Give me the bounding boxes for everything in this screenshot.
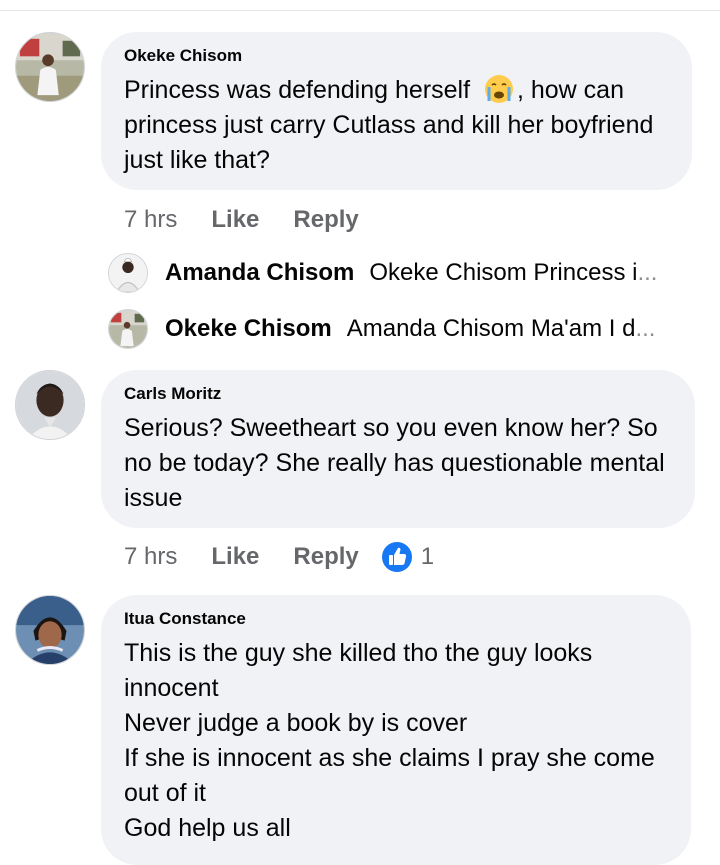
avatar-image bbox=[16, 33, 84, 101]
top-divider bbox=[0, 10, 720, 11]
reply-button[interactable]: Reply bbox=[293, 543, 358, 571]
comment-actions: 7 hrs Like Reply bbox=[124, 205, 359, 235]
reply-preview-text: Okeke Chisom Princess i bbox=[369, 259, 638, 286]
comment-text: Princess was defending herself , how can… bbox=[124, 73, 670, 178]
reply-preview: Amanda Chisom Ma'am I d... bbox=[347, 315, 656, 343]
like-button[interactable]: Like bbox=[211, 206, 259, 234]
avatar-amanda-chisom[interactable] bbox=[108, 253, 148, 293]
reply-preview: Okeke Chisom Princess i... bbox=[369, 259, 657, 287]
comment-text-part: Princess was defending herself bbox=[124, 76, 477, 104]
comment-author[interactable]: Okeke Chisom bbox=[124, 46, 670, 66]
reply-item[interactable]: Amanda Chisom Okeke Chisom Princess i... bbox=[108, 252, 657, 294]
comment-bubble[interactable]: Okeke Chisom Princess was defending hers… bbox=[101, 32, 692, 190]
avatar-itua-constance[interactable] bbox=[15, 595, 85, 665]
avatar-carls-moritz[interactable] bbox=[15, 370, 85, 440]
avatar-okeke-chisom[interactable] bbox=[108, 309, 148, 349]
crying-face-emoji-icon bbox=[484, 75, 513, 103]
comment-time[interactable]: 7 hrs bbox=[124, 543, 177, 571]
reaction-count[interactable]: 1 bbox=[421, 543, 434, 571]
avatar-image bbox=[16, 371, 84, 439]
comment-author[interactable]: Itua Constance bbox=[124, 609, 669, 629]
reply-ellipsis: ... bbox=[637, 259, 658, 286]
reply-item[interactable]: Okeke Chisom Amanda Chisom Ma'am I d... bbox=[108, 308, 655, 350]
comment-author[interactable]: Carls Moritz bbox=[124, 384, 673, 404]
avatar-image bbox=[109, 310, 147, 348]
comment-text: Serious? Sweetheart so you even know her… bbox=[124, 414, 665, 512]
reply-preview-text: Amanda Chisom Ma'am I d bbox=[346, 315, 636, 342]
comment-actions: 7 hrs Like Reply 1 bbox=[124, 541, 434, 573]
comment-bubble[interactable]: Itua Constance This is the guy she kille… bbox=[101, 595, 691, 865]
avatar-okeke-chisom[interactable] bbox=[15, 32, 85, 102]
comment-time[interactable]: 7 hrs bbox=[124, 206, 177, 234]
comment-bubble[interactable]: Carls Moritz Serious? Sweetheart so you … bbox=[101, 370, 695, 528]
thumbs-up-reaction-icon[interactable] bbox=[381, 541, 413, 573]
like-button[interactable]: Like bbox=[211, 543, 259, 571]
reply-ellipsis: ... bbox=[635, 315, 656, 342]
avatar-image bbox=[16, 596, 84, 664]
avatar-image bbox=[109, 254, 147, 292]
comment-text: This is the guy she killed tho the guy l… bbox=[124, 639, 655, 842]
reply-author[interactable]: Okeke Chisom bbox=[165, 315, 332, 343]
reply-author[interactable]: Amanda Chisom bbox=[165, 259, 354, 287]
reply-button[interactable]: Reply bbox=[293, 206, 358, 234]
